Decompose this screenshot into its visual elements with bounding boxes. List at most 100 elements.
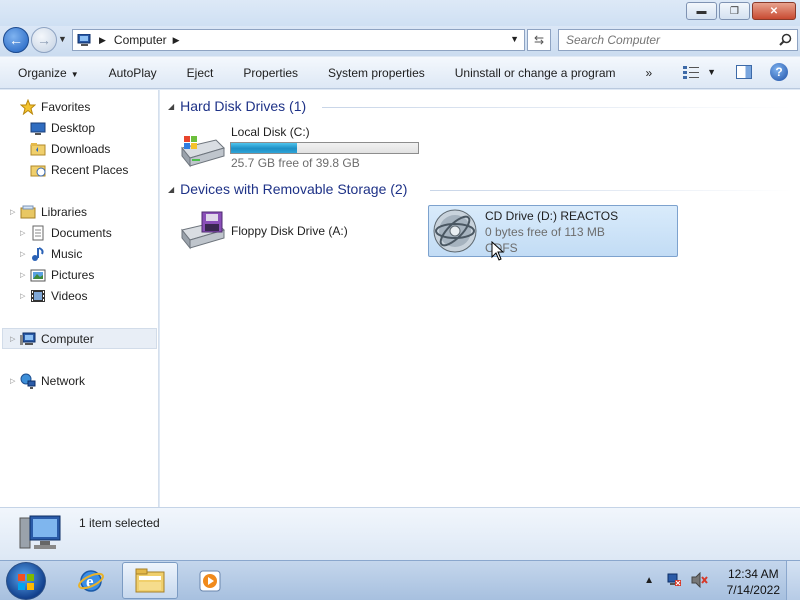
recent-pages-dropdown[interactable]: ▼ bbox=[58, 34, 67, 44]
change-view-icon[interactable] bbox=[683, 65, 700, 79]
group-divider bbox=[430, 190, 792, 191]
window-controls: ▬ ❐ ✕ bbox=[684, 2, 796, 20]
mouse-cursor-icon bbox=[491, 241, 505, 261]
chevron-down-icon: ▼ bbox=[70, 69, 79, 79]
breadcrumb-chevron[interactable]: ▶ bbox=[173, 35, 180, 46]
navigation-pane: Favorites Desktop Downloads Recent Place… bbox=[0, 90, 159, 507]
pictures-icon bbox=[30, 269, 46, 282]
expand-videos-icon[interactable]: ▷ bbox=[20, 292, 25, 300]
cd-drive-free-space: 0 bytes free of 113 MB bbox=[485, 225, 605, 239]
cd-drive-d[interactable]: CD Drive (D:) REACTOS 0 bytes free of 11… bbox=[428, 205, 678, 261]
taskbar-internet-explorer[interactable]: e bbox=[63, 562, 119, 599]
local-disk-c[interactable]: Local Disk (C:) 25.7 GB free of 39.8 GB bbox=[174, 118, 424, 172]
back-button[interactable]: ← bbox=[3, 27, 29, 53]
uninstall-program-button[interactable]: Uninstall or change a program bbox=[440, 66, 631, 80]
floppy-drive-name: Floppy Disk Drive (A:) bbox=[231, 224, 348, 238]
nav-computer-label: Computer bbox=[41, 332, 94, 346]
cd-disc-icon bbox=[433, 209, 477, 253]
autoplay-button[interactable]: AutoPlay bbox=[94, 66, 172, 80]
group-removable-storage[interactable]: ◢ Devices with Removable Storage (2) bbox=[168, 181, 407, 197]
folder-icon bbox=[135, 568, 165, 592]
expand-music-icon[interactable]: ▷ bbox=[20, 250, 25, 258]
help-icon[interactable]: ? bbox=[770, 63, 788, 81]
cd-drive-name: CD Drive (D:) REACTOS bbox=[485, 209, 619, 223]
nav-network[interactable]: Network bbox=[20, 371, 85, 391]
nav-pictures[interactable]: Pictures bbox=[30, 265, 94, 285]
preview-pane-icon[interactable] bbox=[736, 65, 752, 79]
group-divider bbox=[322, 107, 792, 108]
view-controls: ▼ ? bbox=[683, 63, 788, 81]
local-disk-free-space: 25.7 GB free of 39.8 GB bbox=[231, 156, 360, 170]
search-box[interactable] bbox=[558, 29, 798, 51]
media-player-icon bbox=[199, 570, 221, 591]
more-commands-button[interactable]: » bbox=[631, 66, 668, 80]
network-status-icon[interactable] bbox=[666, 572, 682, 588]
show-hidden-icons-icon[interactable]: ▲ bbox=[644, 575, 654, 586]
videos-icon bbox=[31, 290, 45, 302]
windows-logo-icon bbox=[18, 574, 34, 590]
expand-libraries-icon[interactable]: ▷ bbox=[10, 208, 15, 216]
view-options-dropdown-icon[interactable]: ▼ bbox=[707, 67, 716, 77]
address-dropdown-icon[interactable]: ▼ bbox=[510, 34, 519, 44]
forward-button[interactable]: → bbox=[31, 27, 57, 53]
properties-button[interactable]: Properties bbox=[228, 66, 313, 80]
nav-desktop[interactable]: Desktop bbox=[30, 118, 95, 138]
nav-videos-label: Videos bbox=[51, 289, 88, 303]
computer-icon bbox=[77, 34, 91, 46]
nav-favorites[interactable]: Favorites bbox=[20, 97, 90, 117]
floppy-disk-drive-a[interactable]: Floppy Disk Drive (A:) bbox=[174, 205, 424, 257]
nav-downloads[interactable]: Downloads bbox=[30, 139, 110, 159]
expand-pictures-icon[interactable]: ▷ bbox=[20, 271, 25, 279]
computer-icon bbox=[20, 332, 36, 345]
taskbar-explorer[interactable] bbox=[122, 562, 178, 599]
local-disk-name: Local Disk (C:) bbox=[231, 125, 310, 139]
disk-usage-fill bbox=[231, 143, 298, 153]
close-button[interactable]: ✕ bbox=[752, 2, 796, 20]
start-button[interactable] bbox=[6, 562, 46, 600]
group-removable-storage-label: Devices with Removable Storage (2) bbox=[180, 181, 408, 197]
nav-computer[interactable]: Computer bbox=[20, 329, 94, 349]
network-icon bbox=[20, 373, 36, 389]
libraries-icon bbox=[20, 205, 36, 219]
expand-computer-icon[interactable]: ▷ bbox=[10, 335, 15, 343]
search-input[interactable] bbox=[559, 30, 769, 50]
organize-menu[interactable]: Organize ▼ bbox=[0, 66, 94, 80]
floppy-drive-icon bbox=[181, 211, 225, 250]
eject-button[interactable]: Eject bbox=[172, 66, 229, 80]
clock-date: 7/14/2022 bbox=[726, 583, 780, 597]
minimize-button[interactable]: ▬ bbox=[686, 2, 717, 20]
nav-libraries-label: Libraries bbox=[41, 205, 88, 219]
system-clock[interactable]: 12:34 AM 7/14/2022 bbox=[727, 566, 780, 598]
expand-network-icon[interactable]: ▷ bbox=[10, 377, 15, 385]
breadcrumb-computer[interactable]: Computer bbox=[114, 33, 167, 47]
collapse-group-icon: ◢ bbox=[168, 101, 175, 111]
nav-documents[interactable]: Documents bbox=[30, 223, 112, 243]
documents-icon bbox=[32, 225, 44, 241]
address-bar[interactable]: ▶ Computer ▶ ▼ bbox=[72, 29, 525, 51]
content-pane: ◢ Hard Disk Drives (1) Local Disk (C:) 2… bbox=[160, 90, 800, 507]
search-icon[interactable] bbox=[779, 33, 792, 46]
nav-libraries[interactable]: Libraries bbox=[20, 202, 87, 222]
selection-status: 1 item selected bbox=[79, 516, 160, 530]
group-hard-disk-drives[interactable]: ◢ Hard Disk Drives (1) bbox=[168, 98, 306, 114]
refresh-button[interactable]: ⇆ bbox=[527, 29, 551, 51]
nav-pictures-label: Pictures bbox=[51, 268, 95, 282]
details-pane: 1 item selected bbox=[0, 507, 800, 560]
nav-recent-places[interactable]: Recent Places bbox=[30, 160, 128, 180]
breadcrumb-separator[interactable]: ▶ bbox=[99, 35, 106, 46]
show-desktop-button[interactable] bbox=[786, 561, 800, 600]
nav-music-label: Music bbox=[51, 247, 83, 261]
organize-label: Organize bbox=[18, 65, 67, 80]
star-icon bbox=[20, 99, 36, 115]
title-bar: ▬ ❐ ✕ bbox=[0, 0, 800, 26]
nav-documents-label: Documents bbox=[51, 226, 112, 240]
taskbar: e ▲ 12:34 AM 7/14/2022 bbox=[0, 560, 800, 600]
nav-favorites-label: Favorites bbox=[41, 100, 91, 114]
nav-videos[interactable]: Videos bbox=[30, 286, 87, 306]
taskbar-media-player[interactable] bbox=[182, 562, 238, 599]
maximize-button[interactable]: ❐ bbox=[719, 2, 750, 20]
expand-documents-icon[interactable]: ▷ bbox=[20, 229, 25, 237]
volume-muted-icon[interactable] bbox=[690, 572, 708, 588]
system-properties-button[interactable]: System properties bbox=[313, 66, 440, 80]
nav-music[interactable]: Music bbox=[30, 244, 82, 264]
